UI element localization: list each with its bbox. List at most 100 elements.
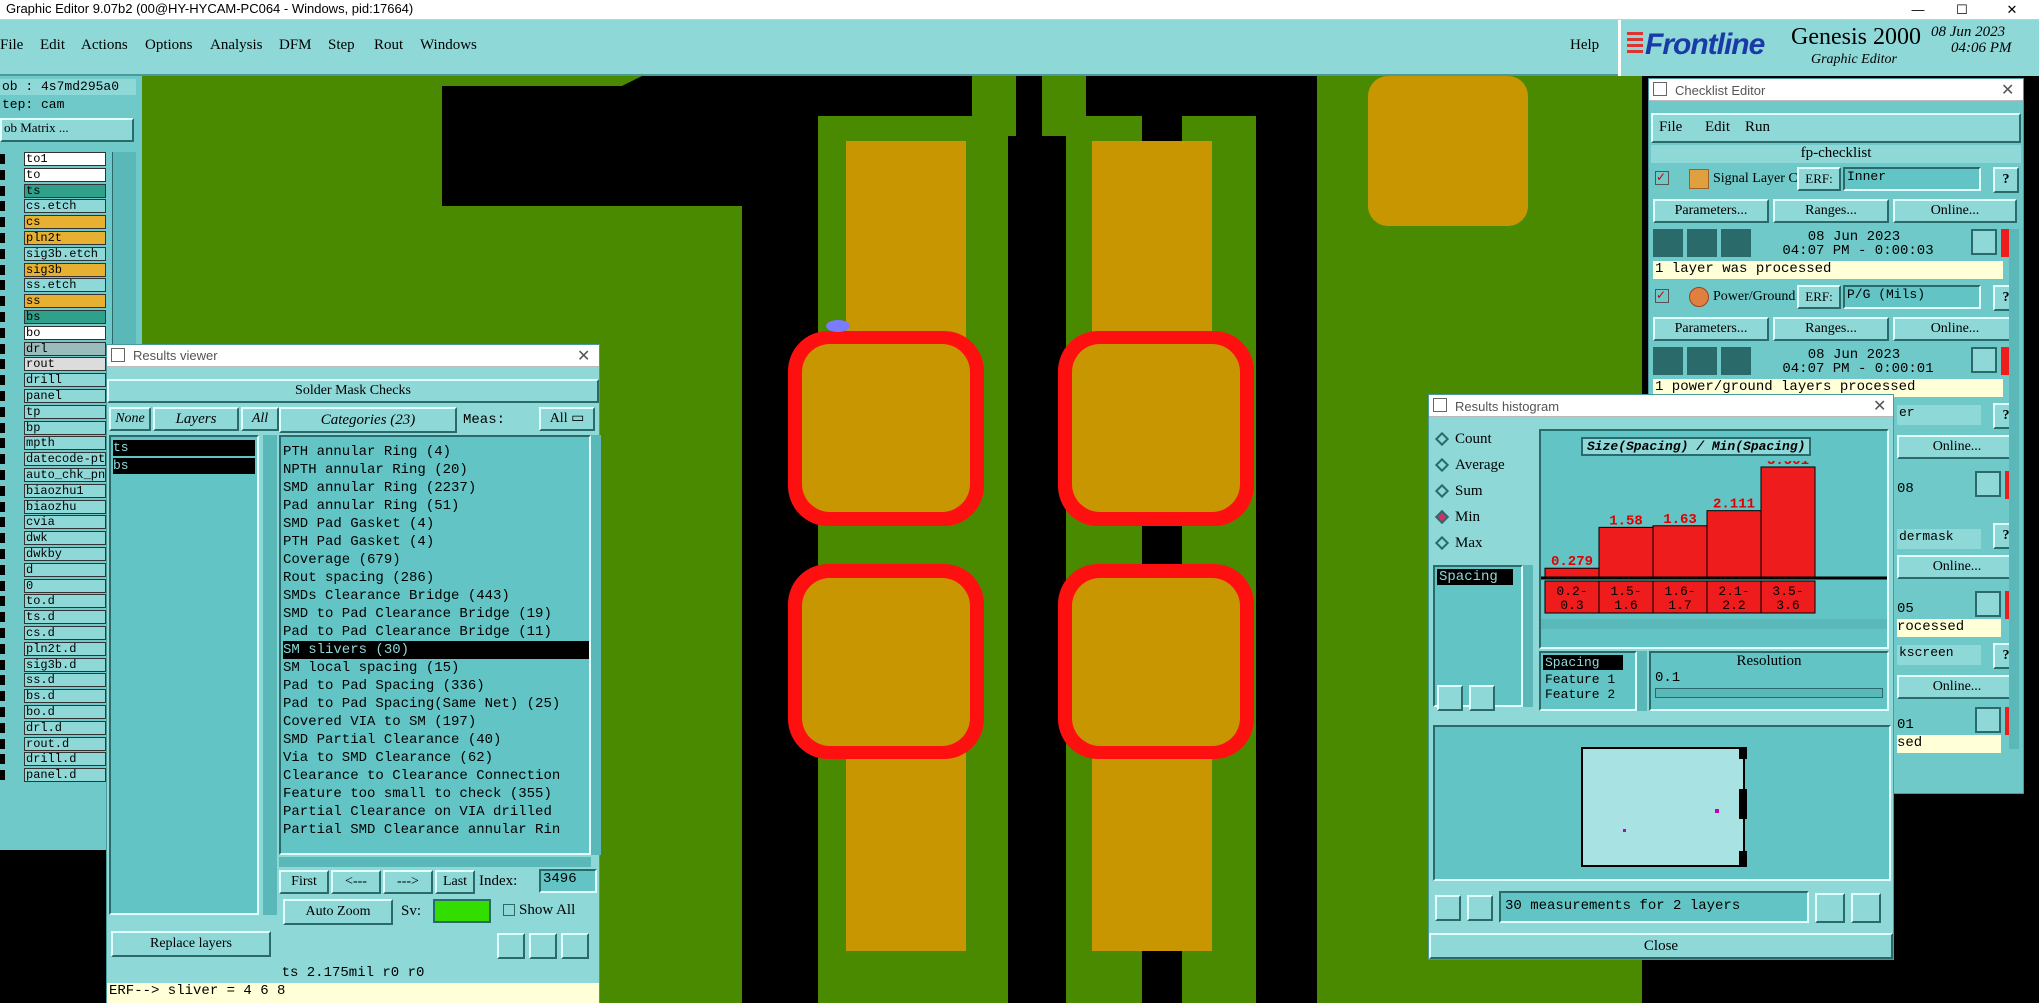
layer-toggle[interactable] (0, 454, 5, 465)
menu-rout[interactable]: Rout (374, 37, 403, 54)
layer-result-ts[interactable]: ts (113, 440, 255, 456)
feature-1[interactable]: Feature 1 (1541, 672, 1635, 687)
sv-color-select[interactable] (433, 899, 491, 923)
category-item[interactable]: Partial Clearance on VIA drilled (283, 803, 589, 821)
close-button[interactable]: Close (1429, 933, 1893, 959)
radio-icon[interactable] (1434, 509, 1450, 525)
menu-step[interactable]: Step (328, 37, 355, 54)
next-button[interactable]: ---> (383, 870, 433, 894)
parameters-button[interactable]: Parameters... (1653, 317, 1769, 341)
category-item[interactable]: Pad to Pad Spacing(Same Net) (25) (283, 695, 589, 713)
category-item[interactable]: Pad to Pad Spacing (336) (283, 677, 589, 695)
layer-toggle[interactable] (0, 296, 5, 307)
online-button[interactable]: Online... (1893, 199, 2017, 223)
stop-icon[interactable] (1721, 229, 1751, 257)
layer-toggle[interactable] (0, 327, 5, 338)
first-button[interactable]: First (279, 870, 329, 894)
zoom-out-icon[interactable] (1851, 893, 1881, 923)
category-scrollbar[interactable] (591, 435, 601, 855)
layer-toggle[interactable] (0, 707, 5, 717)
category-item[interactable]: SM local spacing (15) (283, 659, 589, 677)
parameters-button[interactable]: Parameters... (1653, 199, 1769, 223)
zoom-icon[interactable] (1971, 347, 1997, 373)
layer-results-scrollbar[interactable] (263, 435, 277, 915)
histogram-bar[interactable] (1652, 525, 1708, 578)
layer-toggle[interactable] (0, 217, 5, 228)
categories-button[interactable]: Categories (23) (279, 407, 457, 433)
layer-toggle[interactable] (0, 375, 5, 386)
online-button[interactable]: Online... (1897, 435, 2017, 459)
del-icon[interactable] (1435, 895, 1461, 921)
category-list[interactable]: PTH annular Ring (4) NPTH annular Ring (2… (279, 435, 591, 855)
histogram-bar[interactable] (1706, 510, 1762, 578)
menu-help[interactable]: Help (1570, 37, 1599, 54)
layer-toggle[interactable] (0, 154, 5, 164)
del-icon[interactable] (497, 933, 525, 959)
layer-toggle[interactable] (0, 438, 5, 449)
maximize-icon[interactable]: ☐ (1940, 0, 1984, 20)
online-button[interactable]: Online... (1897, 555, 2017, 579)
radio-icon[interactable] (1434, 535, 1450, 551)
erf-value[interactable]: Inner (1843, 167, 1981, 191)
ref-icon[interactable] (1467, 895, 1493, 921)
layer-toggle[interactable] (0, 485, 5, 496)
zoom-in-icon[interactable] (1815, 893, 1845, 923)
category-item[interactable]: Rout spacing (286) (283, 569, 589, 587)
category-item[interactable]: Via to SMD Clearance (62) (283, 749, 589, 767)
last-button[interactable]: Last (435, 870, 475, 894)
layer-toggle[interactable] (0, 738, 5, 749)
layers-button[interactable]: Layers (153, 407, 239, 431)
checklist-menu-run[interactable]: Run (1745, 119, 1770, 136)
auto-zoom-button[interactable]: Auto Zoom (283, 899, 393, 925)
radio-icon[interactable] (1434, 431, 1450, 447)
measure-spacing[interactable]: Spacing (1437, 569, 1513, 585)
close-icon[interactable]: ✕ (1873, 396, 1886, 416)
online-button[interactable]: Online... (1893, 317, 2017, 341)
layer-toggle[interactable] (0, 185, 5, 196)
layer-toggle[interactable] (0, 628, 5, 638)
checkbox-icon[interactable]: ✓ (1655, 289, 1669, 303)
menu-analysis[interactable]: Analysis (210, 37, 263, 54)
category-item[interactable]: Clearance to Clearance Connection (283, 767, 589, 785)
layer-toggle[interactable] (0, 691, 5, 702)
layer-toggle[interactable] (0, 612, 5, 623)
erf-value[interactable]: P/G (Mils) (1843, 285, 1981, 309)
none-button[interactable]: None (109, 407, 151, 431)
layer-toggle[interactable] (0, 533, 5, 544)
run-icon[interactable] (1653, 347, 1683, 375)
feature-spacing[interactable]: Spacing (1543, 655, 1623, 670)
layer-toggle[interactable] (0, 754, 5, 765)
zoom-icon[interactable] (1975, 591, 2001, 617)
signal-item-name[interactable]: Signal Layer Ch (1713, 171, 1797, 187)
layer-toggle[interactable] (0, 549, 5, 559)
category-hscrollbar[interactable] (279, 857, 591, 867)
radio-icon[interactable] (1434, 457, 1450, 473)
layer-toggle[interactable] (0, 359, 5, 370)
category-item[interactable]: SM slivers (30) (283, 641, 589, 659)
prev-button[interactable]: <--- (331, 870, 381, 894)
measure-scrollbar[interactable] (1523, 565, 1533, 707)
layer-toggle[interactable] (0, 406, 5, 417)
layer-toggle[interactable] (0, 248, 5, 259)
minimize-icon[interactable]: — (1896, 0, 1940, 20)
menu-dfm[interactable]: DFM (279, 37, 312, 54)
close-icon[interactable]: ✕ (1990, 0, 2034, 20)
histogram-bar[interactable] (1598, 526, 1654, 578)
run-all-icon[interactable] (1687, 229, 1717, 257)
ranges-button[interactable]: Ranges... (1773, 317, 1889, 341)
menu-options[interactable]: Options (145, 37, 193, 54)
category-item[interactable]: Pad to Pad Clearance Bridge (11) (283, 623, 589, 641)
menu-windows[interactable]: Windows (420, 37, 477, 54)
menu-actions[interactable]: Actions (81, 37, 128, 54)
layer-toggle[interactable] (0, 280, 5, 291)
layer-toggle[interactable] (0, 770, 5, 781)
checkbox-icon[interactable]: ✓ (1655, 171, 1669, 185)
layer-toggle[interactable] (0, 470, 5, 480)
category-item[interactable]: SMDs Clearance Bridge (443) (283, 587, 589, 605)
ranges-button[interactable]: Ranges... (1773, 199, 1889, 223)
all-button[interactable]: All (241, 407, 279, 431)
category-item[interactable]: SMD to Pad Clearance Bridge (19) (283, 605, 589, 623)
index-input[interactable]: 3496 (539, 869, 597, 893)
layer-toggle[interactable] (0, 501, 5, 512)
power-item-name[interactable]: Power/Ground C (1713, 289, 1797, 305)
